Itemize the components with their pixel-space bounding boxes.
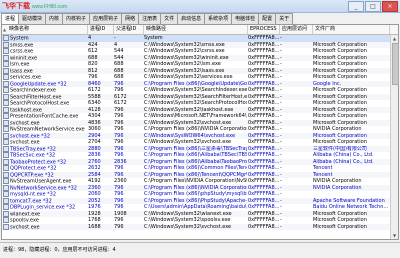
title-bar: 飞华下载 www.FH80.com _ □ × <box>0 0 400 13</box>
table-row[interactable]: svchost.exe 1688 796 C:\Windows\System32\sv… <box>2 223 390 230</box>
status-bar: 进程：98，隐藏进程：0，应用层不可访问进程：4 <box>0 242 400 258</box>
process-icon <box>3 145 9 152</box>
process-icon <box>3 54 9 61</box>
tab-2[interactable]: 内核 <box>45 13 64 24</box>
process-icon <box>3 113 9 119</box>
sort-arrow-icon: ▲ <box>3 27 7 32</box>
process-icon <box>3 204 9 210</box>
main-tabs: 进程 驱动模块 内核 内核钩子 应用层钩子 网络 注册表 文件 启动信息 系统杂项 电脑体检 配置 关于 <box>1 13 294 25</box>
scroll-down-icon[interactable]: ▼ <box>391 232 398 239</box>
cell-pid: 1688 <box>88 223 101 230</box>
window-controls: _ □ × <box>348 1 398 12</box>
process-icon <box>3 119 9 126</box>
table-header: 映像名称 ▲ 进程ID 父进程ID 映像路径 EPROCESS 应用层访问 文件厂商 <box>2 25 398 35</box>
tab-6[interactable]: 注册表 <box>138 13 162 24</box>
column-header-label: 文件厂商 <box>315 26 336 32</box>
watermark-logo: 飞华下载 www.FH80.com <box>2 1 67 11</box>
process-icon <box>3 87 9 93</box>
process-icon <box>3 74 9 80</box>
column-header[interactable]: 应用层访问 <box>280 25 313 34</box>
watermark-brand: 飞华下载 <box>2 3 30 10</box>
tab-10[interactable]: 电脑体检 <box>231 13 260 24</box>
process-icon <box>3 61 9 67</box>
cell-vendor: Microsoft Corporation <box>313 223 367 230</box>
column-header[interactable]: 映像路径 <box>144 25 248 34</box>
vertical-scrollbar[interactable]: ▲ ▼ <box>390 35 399 239</box>
tab-9[interactable]: 系统杂项 <box>204 13 233 24</box>
cell-path: C:\Windows\System32\svchost.exe <box>144 223 232 230</box>
tab-1[interactable]: 驱动模块 <box>18 13 47 24</box>
tab-5[interactable]: 网络 <box>121 13 140 24</box>
process-icon <box>3 35 9 41</box>
tab-8[interactable]: 启动信息 <box>177 13 206 24</box>
process-icon <box>3 152 9 158</box>
column-header-label: 映像路径 <box>146 26 167 32</box>
column-header-label: EPROCESS <box>250 26 277 32</box>
column-header[interactable]: 文件厂商 <box>313 25 390 34</box>
process-icon <box>3 191 9 197</box>
cell-ppid: 796 <box>114 223 124 230</box>
process-icon <box>3 106 9 113</box>
scroll-up-icon[interactable]: ▲ <box>391 35 398 42</box>
cell-eprocess: 0xFFFFFA8... <box>248 223 279 230</box>
process-icon <box>3 217 9 223</box>
process-icon <box>3 184 9 191</box>
column-header[interactable]: 进程ID <box>88 25 114 34</box>
cell-access: - <box>280 223 282 230</box>
column-header-label: 映像名称 <box>9 26 30 32</box>
column-header-label: 应用层访问 <box>282 26 308 32</box>
process-icon <box>3 48 9 54</box>
process-icon <box>3 67 9 74</box>
maximize-button[interactable]: □ <box>365 1 381 12</box>
column-header[interactable]: 父进程ID <box>114 25 144 34</box>
minimize-button[interactable]: _ <box>348 1 364 12</box>
process-icon <box>3 197 9 204</box>
column-header[interactable]: 映像名称 ▲ <box>2 25 88 34</box>
process-icon <box>3 158 9 165</box>
scroll-thumb[interactable] <box>392 43 399 85</box>
process-icon <box>3 80 9 87</box>
tab-4[interactable]: 应用层钩子 <box>89 13 123 24</box>
process-icon <box>3 126 9 132</box>
process-icon <box>3 41 9 48</box>
tab-7[interactable]: 文件 <box>160 13 179 24</box>
process-icon <box>3 223 9 230</box>
process-name: svchost.exe <box>10 224 40 230</box>
tab-11[interactable]: 配置 <box>258 13 277 24</box>
process-list-panel: 映像名称 ▲ 进程ID 父进程ID 映像路径 EPROCESS 应用层访问 文件厂商 Syst… <box>1 24 399 240</box>
tab-3[interactable]: 内核钩子 <box>62 13 91 24</box>
process-icon <box>3 178 9 184</box>
column-header-label: 父进程ID <box>116 26 137 32</box>
process-icon <box>3 210 9 217</box>
process-table: System 4- System 0xFFFFFA8... - smss.exe 424 4 C… <box>2 35 390 239</box>
tab-12[interactable]: 关于 <box>275 13 294 24</box>
process-icon <box>3 100 9 106</box>
process-icon <box>3 93 9 100</box>
process-icon <box>3 132 9 139</box>
column-header-label: 进程ID <box>90 26 106 32</box>
process-icon <box>3 139 9 145</box>
process-icon <box>3 171 9 178</box>
cell-name: svchost.exe <box>2 223 88 230</box>
close-button[interactable]: × <box>382 1 398 12</box>
column-header[interactable]: EPROCESS <box>248 25 280 34</box>
watermark-site: www.FH80.com <box>32 4 68 10</box>
process-icon <box>3 165 9 171</box>
